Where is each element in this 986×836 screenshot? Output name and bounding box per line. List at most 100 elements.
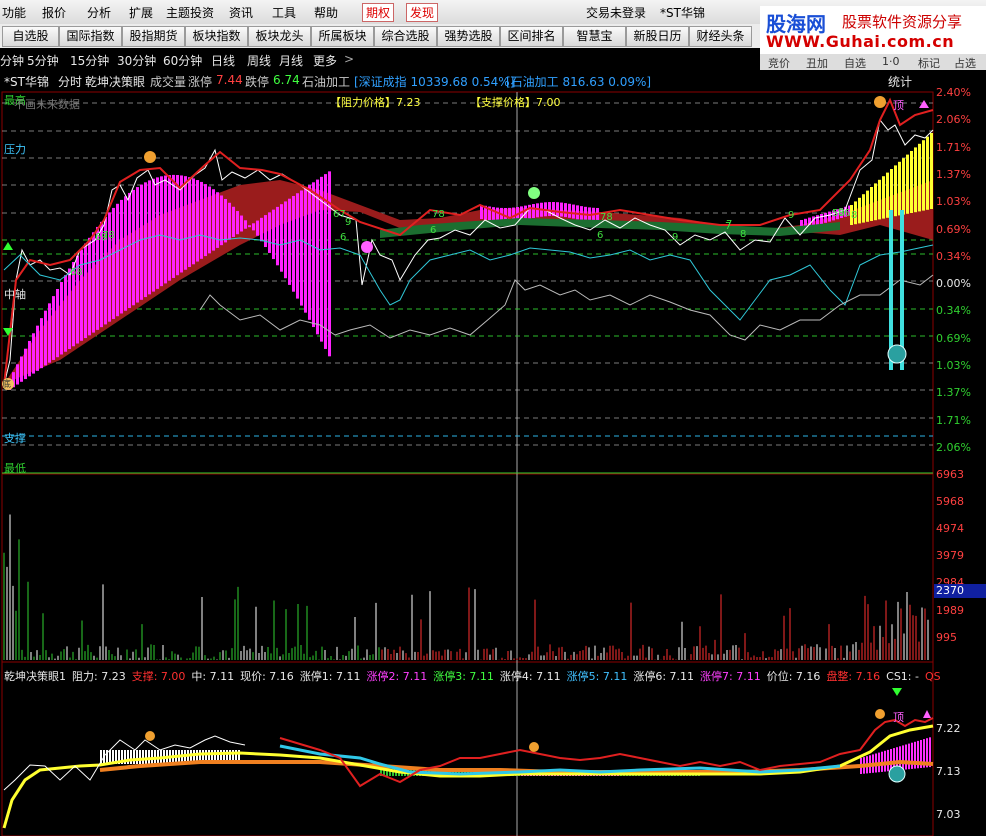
indicator-bar xyxy=(133,750,135,764)
menu-item-function[interactable]: 功能 xyxy=(2,4,26,21)
toolbar-button-combined-pick[interactable]: 综合选股 xyxy=(374,26,437,47)
right-tab-3[interactable]: 自选 xyxy=(844,55,866,71)
chart-mode[interactable]: 分时 xyxy=(58,73,82,90)
magenta-bar xyxy=(84,243,87,339)
chart-area[interactable]: 68 69 78 67 9 6 78 6 78 6 9 7 8 9 58 9 6 8 7 最高 不画未来数据 压力 … xyxy=(0,86,986,836)
menu-item-quote[interactable]: 报价 xyxy=(42,4,66,21)
magenta-bar xyxy=(68,268,71,350)
marker-number: 78 xyxy=(432,209,445,220)
label-middle-axis: 中轴 xyxy=(4,288,26,301)
period-more[interactable]: 更多 xyxy=(313,52,337,69)
magenta-bar xyxy=(256,220,259,236)
period-monthly[interactable]: 月线 xyxy=(279,52,303,69)
right-tab-6[interactable]: 占选 xyxy=(954,55,976,71)
indicator-legend-item: 价位: 7.16 xyxy=(766,670,821,683)
toolbar-button-sector-index[interactable]: 板块指数 xyxy=(185,26,248,47)
indicator-legend-item: QS xyxy=(924,670,941,683)
menu-item-discover[interactable]: 发现 xyxy=(406,3,439,22)
magenta-bar xyxy=(176,175,179,276)
volume-axis-label: 6963 xyxy=(936,468,964,481)
toolbar-button-intl-index[interactable]: 国际指数 xyxy=(59,26,122,47)
indicator-name[interactable]: 乾坤决策眼 xyxy=(85,73,145,90)
menu-item-analysis[interactable]: 分析 xyxy=(87,4,111,21)
yellow-bar xyxy=(922,140,925,211)
indicator-down-arrow-icon xyxy=(892,688,902,696)
magenta-bar xyxy=(160,176,163,287)
chart-canvas[interactable]: 6869786796786786 9789 589 6 87 xyxy=(0,90,986,836)
menu-item-news[interactable]: 资讯 xyxy=(229,4,253,21)
toolbar-button-index-futures[interactable]: 股指期货 xyxy=(122,26,185,47)
magenta-bar xyxy=(264,215,267,248)
menu-item-extend[interactable]: 扩展 xyxy=(129,4,153,21)
marker-number: 78 xyxy=(600,212,613,223)
magenta-bar xyxy=(128,192,131,309)
toolbar-button-watchlist[interactable]: 自选股 xyxy=(2,26,59,47)
period-5min[interactable]: 5分钟 xyxy=(27,52,59,69)
magenta-bar xyxy=(196,180,199,262)
magenta-bar xyxy=(824,212,827,223)
magenta-bar xyxy=(280,204,283,272)
period-next-arrow-icon[interactable]: > xyxy=(344,52,354,66)
indicator-legend-item: 涨停1: 7.11 xyxy=(299,670,361,683)
menu-item-help[interactable]: 帮助 xyxy=(314,4,338,21)
menu-item-tools[interactable]: 工具 xyxy=(272,4,296,21)
marker-number: 9 xyxy=(345,217,351,228)
volume-bars xyxy=(3,514,929,660)
up-arrow-icon xyxy=(919,100,929,108)
magenta-bar xyxy=(252,223,255,231)
indicator-legend-item: CS1: - xyxy=(886,670,919,683)
sector-name[interactable]: 石油加工 xyxy=(302,73,350,90)
magenta-bar xyxy=(244,220,247,229)
period-15min[interactable]: 15分钟 xyxy=(70,52,109,69)
magenta-bar xyxy=(40,318,43,369)
right-tab-5[interactable]: 标记 xyxy=(918,55,940,71)
menu-item-options[interactable]: 期权 xyxy=(362,3,395,22)
magenta-bar xyxy=(556,202,559,217)
toolbar-button-finance-headlines[interactable]: 财经头条 xyxy=(689,26,752,47)
indicator-bar xyxy=(130,750,132,764)
menu-item-theme-invest[interactable]: 主题投资 xyxy=(166,4,214,21)
volume-axis-label: 995 xyxy=(936,630,957,644)
top-signal-icon xyxy=(874,96,886,108)
stats-button[interactable]: 统计 xyxy=(888,73,912,90)
volume-axis-label: 4974 xyxy=(936,522,964,536)
period-daily[interactable]: 日线 xyxy=(211,52,235,69)
period-30min[interactable]: 30分钟 xyxy=(117,52,156,69)
toolbar-button-range-rank[interactable]: 区间排名 xyxy=(500,26,563,47)
indicator-top-icon xyxy=(875,709,885,719)
percent-axis-label: 2.06% xyxy=(936,440,971,454)
magenta-bar xyxy=(164,175,167,284)
magenta-bar xyxy=(32,333,35,374)
label-resistance: 压力 xyxy=(4,143,26,156)
magenta-bar xyxy=(532,204,535,219)
indicator-axis-label: 7.03 xyxy=(936,808,961,821)
volume-axis-label: 1989 xyxy=(936,603,964,617)
stock-name: *ST华锦 xyxy=(4,75,49,89)
period-weekly[interactable]: 周线 xyxy=(247,52,271,69)
right-tab-1[interactable]: 竞价 xyxy=(768,55,790,71)
toolbar-button-own-sector[interactable]: 所属板块 xyxy=(311,26,374,47)
magenta-bar xyxy=(272,209,275,260)
right-tab-strip: 竞价 丑加 自选 1·0 标记 占选 xyxy=(760,54,986,70)
marker-number: 67 xyxy=(333,209,346,220)
indicator-legend-item: 涨停3: 7.11 xyxy=(433,670,494,683)
right-tab-4[interactable]: 1·0 xyxy=(882,55,900,68)
magenta-bar xyxy=(152,178,155,292)
marker-number: 7 xyxy=(725,221,731,232)
percent-axis-label: 2.06% xyxy=(936,113,971,127)
period-60min[interactable]: 60分钟 xyxy=(163,52,202,69)
toolbar-button-sector-leader[interactable]: 板块龙头 xyxy=(248,26,311,47)
label-lowest: 最低 xyxy=(4,462,26,475)
magenta-bar xyxy=(140,184,143,300)
indicator-axis-label: 7.22 xyxy=(936,722,961,735)
period-minute[interactable]: 分钟 xyxy=(0,52,24,69)
login-status[interactable]: 交易未登录 xyxy=(586,4,646,21)
toolbar-button-smart-bao[interactable]: 智慧宝 xyxy=(563,26,626,47)
right-tab-2[interactable]: 丑加 xyxy=(806,55,828,71)
indicator-legend-item: 涨停4: 7.11 xyxy=(499,670,561,683)
indicator-top-icon-3 xyxy=(529,742,539,752)
indicator-chart xyxy=(2,688,934,829)
toolbar-button-ipo-calendar[interactable]: 新股日历 xyxy=(626,26,689,47)
indicator-bar xyxy=(908,743,910,770)
toolbar-button-strong-pick[interactable]: 强势选股 xyxy=(437,26,500,47)
